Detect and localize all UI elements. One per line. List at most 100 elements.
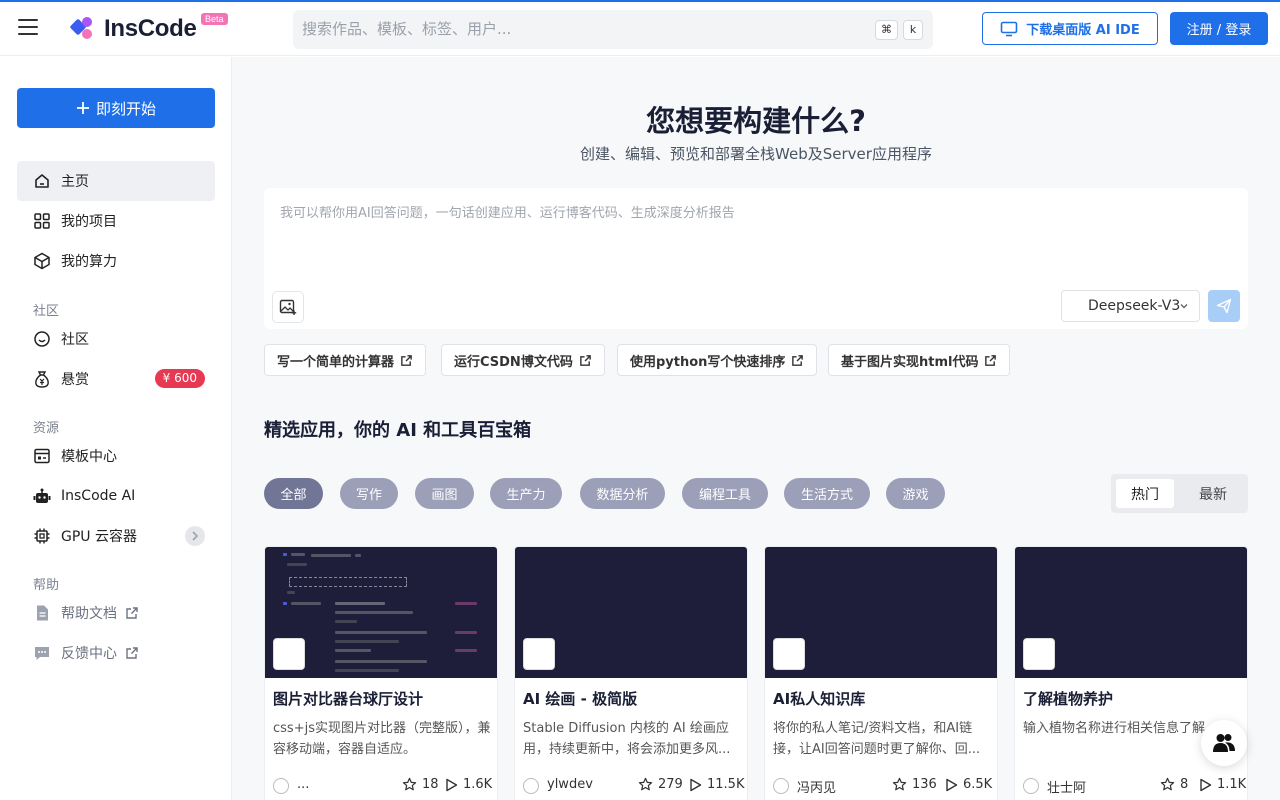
sort-new-tab[interactable]: 最新: [1184, 479, 1242, 508]
model-select[interactable]: Deepseek-V3: [1061, 290, 1200, 322]
sidebar-item-gpu[interactable]: GPU 云容器: [17, 516, 215, 556]
filter-chip-productivity[interactable]: 生产力: [490, 478, 562, 509]
filter-chip-drawing[interactable]: 画图: [415, 478, 474, 509]
sort-hot-tab[interactable]: 热门: [1116, 479, 1174, 508]
search-input[interactable]: [302, 18, 862, 40]
grid-icon: [33, 212, 51, 230]
sidebar-item-community[interactable]: 社区: [17, 319, 215, 359]
send-icon: [1216, 298, 1232, 314]
filter-chip-data-analysis[interactable]: 数据分析: [580, 478, 665, 509]
sidebar-item-home[interactable]: 主页: [17, 161, 215, 201]
hamburger-menu-icon[interactable]: [18, 19, 38, 37]
sidebar-item-inscode-ai[interactable]: InsCode AI: [17, 476, 215, 516]
beta-badge: Beta: [201, 13, 228, 25]
app-card-title: AI 绘画 - 极简版: [523, 690, 638, 708]
image-upload-button[interactable]: [272, 291, 304, 323]
image-add-icon: [279, 299, 297, 315]
sidebar-item-feedback[interactable]: 反馈中心: [17, 633, 215, 673]
inscode-logo[interactable]: InsCode Beta: [69, 12, 228, 46]
search-bar[interactable]: ⌘ k: [293, 10, 933, 49]
play-count-value: 1.6K: [463, 777, 493, 792]
sidebar-item-label: 我的项目: [61, 214, 117, 230]
app-card[interactable]: AI私人知识库 将你的私人笔记/资料文档，和AI链接，让AI回答问题时更了解你、…: [764, 546, 998, 800]
ai-prompt-box: Deepseek-V3: [264, 188, 1248, 329]
external-link-icon: [125, 606, 139, 620]
star-icon: [892, 777, 907, 791]
app-icon-placeholder: [1023, 638, 1055, 670]
play-count-value: 11.5K: [707, 777, 745, 792]
play-icon: [1200, 778, 1212, 791]
avatar: [773, 778, 789, 794]
document-icon: [33, 604, 51, 622]
external-link-icon: [401, 354, 412, 366]
start-now-button[interactable]: 即刻开始: [17, 88, 215, 128]
community-float-button[interactable]: [1201, 720, 1247, 766]
app-card[interactable]: 图片对比器台球厅设计 css+js实现图片对比器（完整版），兼容移动端，容器自适…: [264, 546, 498, 800]
sidebar-item-compute[interactable]: 我的算力: [17, 241, 215, 281]
suggestion-chip[interactable]: 使用python写个快速排序: [617, 344, 818, 376]
app-card-title: AI私人知识库: [773, 690, 866, 708]
shortcut-cmd-key: ⌘: [875, 20, 898, 40]
login-register-button[interactable]: 注册 / 登录: [1170, 12, 1268, 45]
app-thumbnail: [1015, 547, 1247, 678]
app-card-meta: 冯丙见 136 6.5K: [773, 776, 992, 796]
send-button[interactable]: [1208, 290, 1240, 322]
play-count: 6.5K: [945, 777, 992, 792]
app-icon-placeholder: [273, 638, 305, 670]
chevron-down-icon: [1180, 304, 1188, 309]
play-count-value: 6.5K: [963, 777, 993, 792]
suggestion-chip[interactable]: 基于图片实现html代码: [828, 344, 1011, 376]
filter-chip-coding-tools[interactable]: 编程工具: [682, 478, 768, 509]
hero-title: 您想要构建什么?: [646, 104, 866, 138]
app-card-author[interactable]: ...: [297, 777, 309, 792]
download-ide-button[interactable]: 下载桌面版 AI IDE: [982, 12, 1158, 45]
suggestion-chip[interactable]: 运行CSDN博文代码: [441, 344, 605, 376]
plus-icon: [76, 102, 89, 114]
users-icon: [1213, 734, 1235, 752]
star-count[interactable]: 136: [892, 777, 937, 792]
app-card-title: 了解植物养护: [1023, 690, 1114, 708]
sidebar-item-label: GPU 云容器: [61, 529, 137, 545]
monitor-icon: [1000, 21, 1018, 36]
suggestion-label: 写一个简单的计算器: [277, 354, 395, 370]
sort-toggle: 热门 最新: [1111, 474, 1248, 513]
external-link-icon: [125, 646, 139, 660]
sidebar-item-label: 主页: [61, 174, 89, 190]
sidebar-item-label: 反馈中心: [61, 646, 117, 662]
sidebar-item-templates[interactable]: 模板中心: [17, 436, 215, 476]
star-count[interactable]: 18: [402, 777, 439, 792]
sidebar-item-label: 社区: [61, 332, 89, 348]
sidebar-item-label: InsCode AI: [61, 488, 136, 504]
hero-subtitle: 创建、编辑、预览和部署全栈Web及Server应用程序: [580, 145, 932, 163]
external-link-icon: [792, 354, 804, 366]
star-count[interactable]: 279: [638, 777, 683, 792]
play-count: 1.1K: [1199, 777, 1246, 792]
money-bag-icon: [33, 370, 51, 388]
app-card-author[interactable]: ylwdev: [547, 777, 593, 792]
filter-chip-writing[interactable]: 写作: [340, 478, 398, 509]
filter-chip-all[interactable]: 全部: [264, 478, 323, 509]
app-thumbnail: [515, 547, 747, 678]
filter-chip-lifestyle[interactable]: 生活方式: [784, 478, 870, 509]
star-icon: [638, 777, 653, 791]
app-card[interactable]: AI 绘画 - 极简版 Stable Diffusion 内核的 AI 绘画应用…: [514, 546, 748, 800]
ai-prompt-input[interactable]: [280, 202, 1220, 282]
star-count[interactable]: 8: [1160, 777, 1188, 792]
suggestion-chip[interactable]: 写一个简单的计算器: [264, 344, 427, 376]
filter-chip-games[interactable]: 游戏: [886, 478, 945, 509]
main-content: 您想要构建什么? 创建、编辑、预览和部署全栈Web及Server应用程序 Dee…: [232, 57, 1280, 800]
sidebar-item-bounty[interactable]: 悬赏 ¥ 600: [17, 359, 215, 399]
suggestion-label: 基于图片实现html代码: [841, 354, 979, 370]
app-card-desc: Stable Diffusion 内核的 AI 绘画应用，持续更新中，将会添加更…: [523, 721, 731, 757]
top-header: InsCode Beta ⌘ k 下载桌面版 AI IDE 注册 / 登录: [0, 2, 1280, 56]
avatar: [273, 778, 289, 794]
app-card-author[interactable]: 冯丙见: [797, 777, 836, 796]
app-icon-placeholder: [773, 638, 805, 670]
app-thumbnail: [765, 547, 997, 678]
sidebar-item-projects[interactable]: 我的项目: [17, 201, 215, 241]
sidebar-item-label: 帮助文档: [61, 606, 117, 622]
app-card-meta: ... 18 1.6K: [273, 776, 493, 796]
chevron-right-icon[interactable]: [185, 526, 205, 546]
sidebar-item-docs[interactable]: 帮助文档: [17, 593, 215, 633]
app-card-author[interactable]: 壮士阿: [1047, 777, 1086, 796]
